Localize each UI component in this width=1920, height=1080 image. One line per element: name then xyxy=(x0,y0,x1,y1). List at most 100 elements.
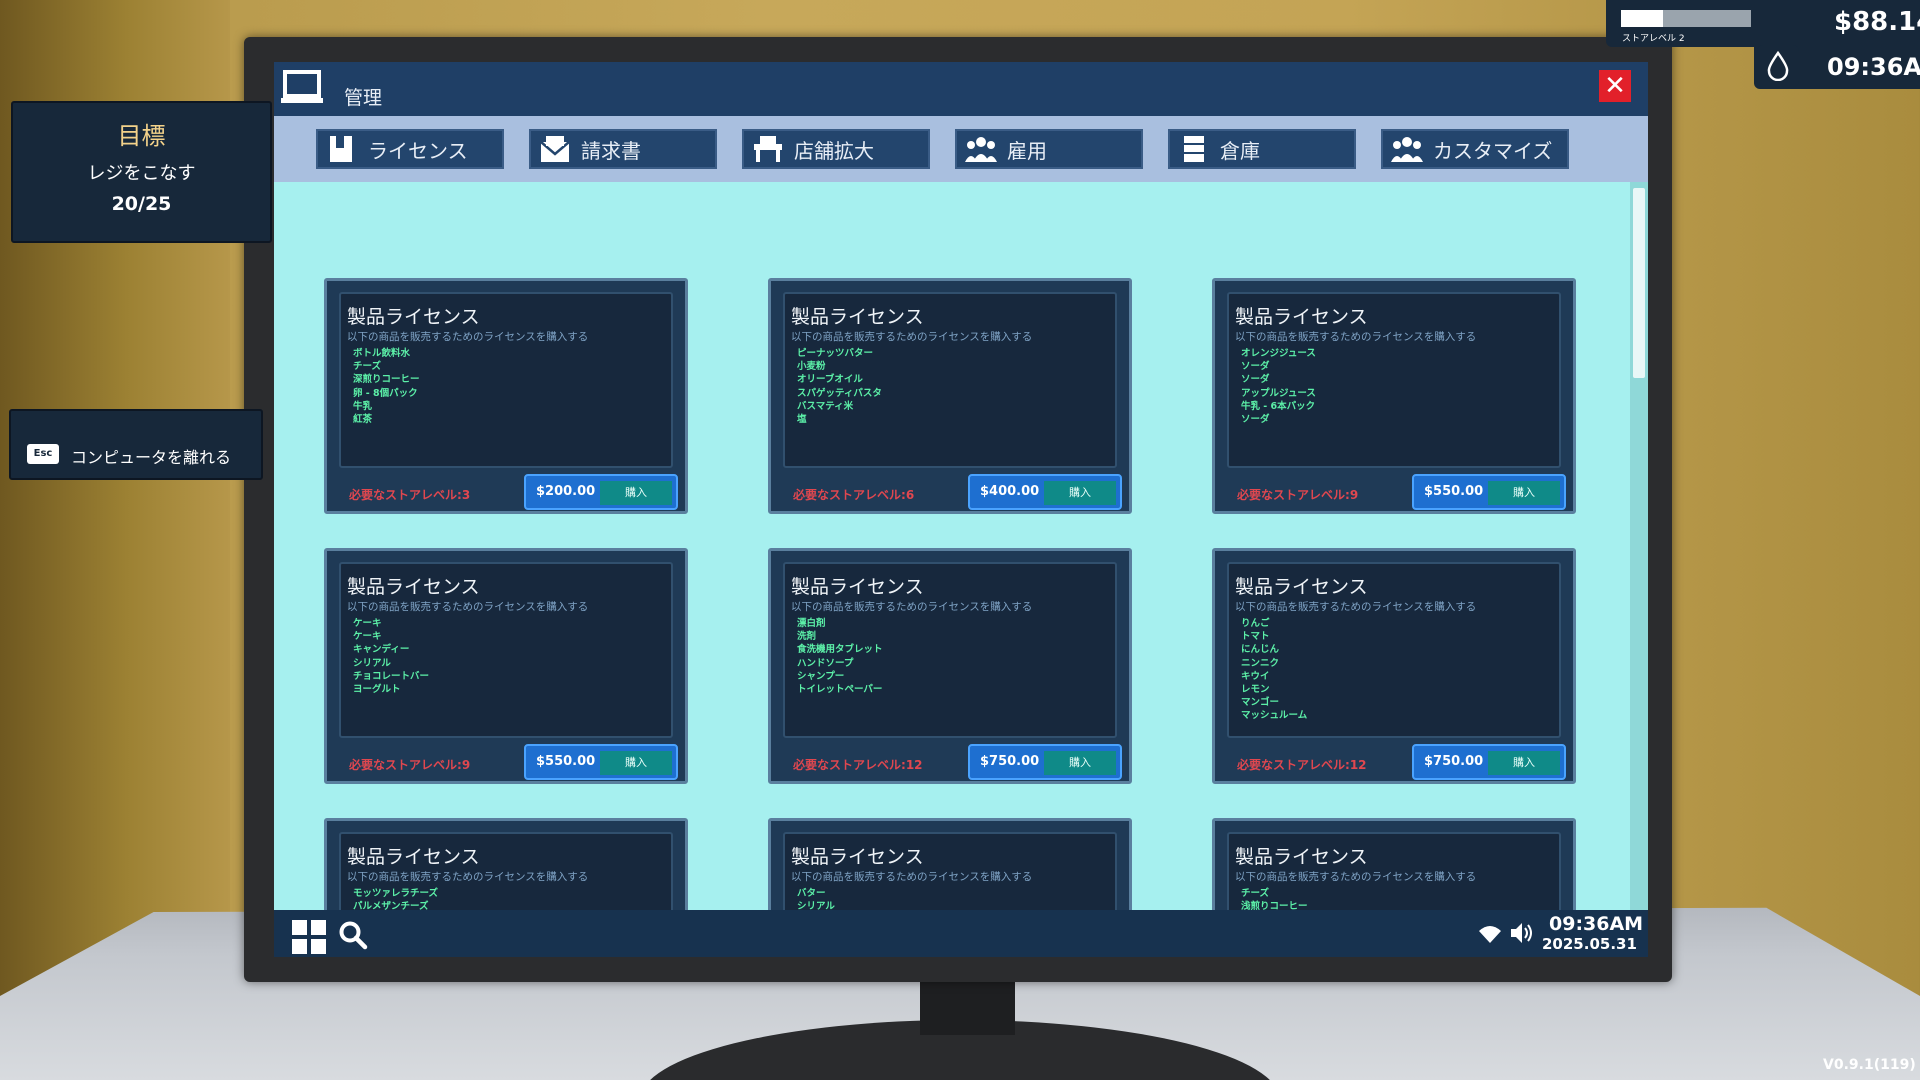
window-titlebar: 管理 ✕ xyxy=(274,62,1648,116)
tab-label: 店舗拡大 xyxy=(794,138,874,163)
buy-button[interactable]: 購入 xyxy=(1488,751,1560,775)
product-item: 牛乳 xyxy=(353,400,373,412)
leave-computer-label: コンピュータを離れる xyxy=(71,448,232,467)
wifi-icon[interactable] xyxy=(1479,924,1501,944)
product-item: スパゲッティパスタ xyxy=(797,387,882,399)
close-button[interactable]: ✕ xyxy=(1599,70,1631,102)
product-item: 塩 xyxy=(797,414,807,426)
price-box: $550.00 購入 xyxy=(1412,474,1566,510)
product-list: ピーナッツバター 小麦粉 オリーブオイル スパゲッティパスタ バスマティ米塩 xyxy=(797,347,882,426)
product-item: キウイ xyxy=(1241,670,1270,682)
card-body: 製品ライセンス 以下の商品を販売するためのライセンスを購入する オレンジジュース… xyxy=(1227,292,1561,468)
card-title: 製品ライセンス xyxy=(347,576,480,598)
card-title: 製品ライセンス xyxy=(347,846,480,868)
product-item: ソーダ xyxy=(1241,361,1270,373)
license-grid: 製品ライセンス 以下の商品を販売するためのライセンスを購入する ボトル飲料水チー… xyxy=(274,182,1630,910)
tab-license[interactable]: ライセンス xyxy=(316,129,504,169)
start-menu-icon[interactable] xyxy=(292,920,326,954)
product-item: レモン xyxy=(1241,684,1270,696)
product-item: アップルジュース xyxy=(1241,387,1316,399)
card-body: 製品ライセンス 以下の商品を販売するためのライセンスを購入する ピーナッツバター… xyxy=(783,292,1117,468)
card-subtitle: 以下の商品を販売するためのライセンスを購入する xyxy=(791,331,1033,343)
license-card: 製品ライセンス 以下の商品を販売するためのライセンスを購入する ピーナッツバター… xyxy=(768,278,1132,514)
tab-customize[interactable]: カスタマイズ xyxy=(1381,129,1569,169)
product-item: 食洗機用タブレット xyxy=(797,644,883,656)
water-indicator xyxy=(1757,45,1799,87)
product-item: パルメザンチーズ xyxy=(353,901,429,910)
license-card: 製品ライセンス 以下の商品を販売するためのライセンスを購入する オレンジジュース… xyxy=(1212,278,1576,514)
product-item: 紅茶 xyxy=(353,414,373,426)
required-level-label: 必要なストアレベル: xyxy=(793,488,906,502)
product-item: ピーナッツバター xyxy=(797,348,874,359)
product-item: ボトル飲料水 xyxy=(353,348,411,359)
license-card: 製品ライセンス 以下の商品を販売するためのライセンスを購入する モッツァレラチー… xyxy=(324,818,688,910)
card-subtitle: 以下の商品を販売するためのライセンスを購入する xyxy=(791,601,1033,613)
expand-icon xyxy=(754,136,782,162)
leave-computer-hint[interactable]: Esc コンピュータを離れる xyxy=(9,409,263,480)
required-level: 必要なストアレベル:9 xyxy=(1237,486,1358,503)
price-label: $400.00 xyxy=(980,484,1040,499)
required-level-value: 12 xyxy=(1349,758,1367,772)
product-item: トイレットペーパー xyxy=(797,684,883,696)
scroll-thumb[interactable] xyxy=(1633,188,1645,378)
hire-icon xyxy=(965,137,997,162)
product-item: ヨーグルト xyxy=(353,684,401,696)
product-list: オレンジジュース ソーダ ソーダ アップルジュース 牛乳 - 6本パック ソーダ xyxy=(1241,347,1316,426)
product-item: 小麦粉 xyxy=(797,361,826,373)
price-box: $400.00 購入 xyxy=(968,474,1122,510)
required-level-label: 必要なストアレベル: xyxy=(1237,758,1350,772)
tab-bar: ライセンス 請求書 店舗拡大 雇用 倉庫 カスタマイズ xyxy=(274,116,1648,182)
card-subtitle: 以下の商品を販売するためのライセンスを購入する xyxy=(347,871,589,883)
objective-task: レジをこなす xyxy=(87,163,196,184)
card-title: 製品ライセンス xyxy=(791,306,924,328)
price-box: $750.00 購入 xyxy=(968,744,1122,780)
money-panel: ストアレベル 2 $88.14 xyxy=(1606,0,1920,47)
card-title: 製品ライセンス xyxy=(791,846,924,868)
tab-label: 雇用 xyxy=(1007,138,1047,163)
tab-warehouse[interactable]: 倉庫 xyxy=(1168,129,1356,169)
product-item: 浅煎りコーヒー xyxy=(1241,901,1308,910)
tab-hire[interactable]: 雇用 xyxy=(955,129,1143,169)
card-title: 製品ライセンス xyxy=(347,306,480,328)
water-drop-icon xyxy=(1767,51,1789,81)
objective-panel: 目標 レジをこなす 20/25 xyxy=(11,101,272,243)
product-item: ニンニク xyxy=(1241,657,1280,669)
window-title: 管理 xyxy=(344,87,383,109)
search-icon[interactable] xyxy=(338,920,368,950)
card-title: 製品ライセンス xyxy=(791,576,924,598)
price-label: $750.00 xyxy=(1424,754,1484,769)
product-list: りんご トマト にんじん ニンニク キウイ レモン マンゴー マッシュルーム xyxy=(1241,617,1307,723)
product-item: 牛乳 - 6本パック xyxy=(1241,400,1316,412)
license-card: 製品ライセンス 以下の商品を販売するためのライセンスを購入する チーズ 浅煎りコー… xyxy=(1212,818,1576,910)
product-item: トマト xyxy=(1241,631,1270,643)
tab-label: 倉庫 xyxy=(1220,138,1260,163)
card-title: 製品ライセンス xyxy=(1235,846,1368,868)
product-item: 洗剤 xyxy=(797,631,817,643)
product-item: 深煎りコーヒー xyxy=(353,374,420,386)
store-level-bar xyxy=(1621,10,1751,27)
laptop-icon xyxy=(281,70,323,103)
required-level: 必要なストアレベル:6 xyxy=(793,486,914,503)
required-level-label: 必要なストアレベル: xyxy=(349,488,462,502)
required-level-label: 必要なストアレベル: xyxy=(349,758,462,772)
tab-label: ライセンス xyxy=(368,138,468,163)
license-card: 製品ライセンス 以下の商品を販売するためのライセンスを購入する バターシリアル鶏… xyxy=(768,818,1132,910)
product-item: オレンジジュース xyxy=(1241,348,1316,359)
buy-button[interactable]: 購入 xyxy=(1044,751,1116,775)
tab-label: カスタマイズ xyxy=(1433,138,1553,163)
scrollbar[interactable] xyxy=(1630,182,1648,910)
product-list: ケーキ ケーキ キャンディー シリアル チョコレートバー ヨーグルト xyxy=(353,617,429,696)
tab-invoice[interactable]: 請求書 xyxy=(529,129,717,169)
tab-expand[interactable]: 店舗拡大 xyxy=(742,129,930,169)
product-item: モッツァレラチーズ xyxy=(353,888,439,899)
product-item: ソーダ xyxy=(1241,374,1270,386)
buy-button[interactable]: 購入 xyxy=(600,751,672,775)
product-item: チーズ xyxy=(1241,888,1270,899)
volume-icon[interactable] xyxy=(1510,922,1534,944)
card-subtitle: 以下の商品を販売するためのライセンスを購入する xyxy=(791,871,1033,883)
objective-progress: 20/25 xyxy=(111,193,172,215)
buy-button[interactable]: 購入 xyxy=(1044,481,1116,505)
price-box: $750.00 購入 xyxy=(1412,744,1566,780)
buy-button[interactable]: 購入 xyxy=(1488,481,1560,505)
buy-button[interactable]: 購入 xyxy=(600,481,672,505)
